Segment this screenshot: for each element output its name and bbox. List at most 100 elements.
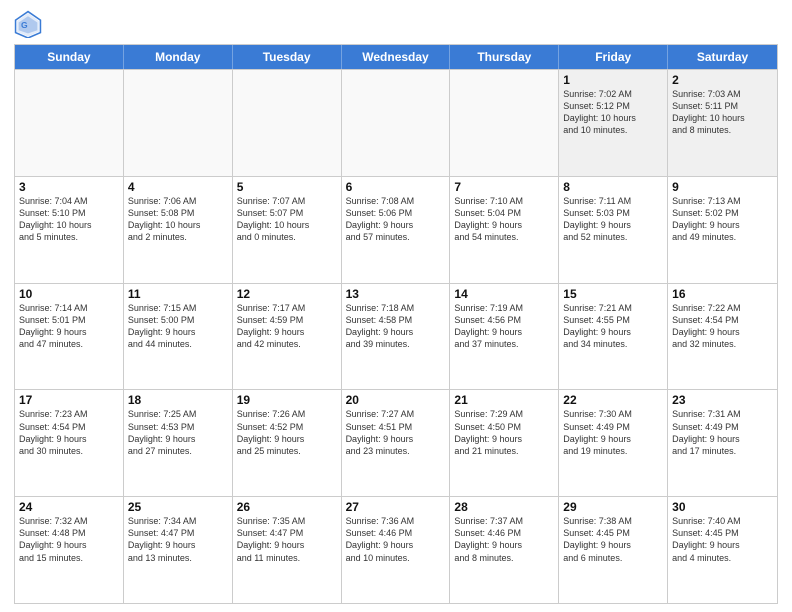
- empty-cell: [233, 70, 342, 176]
- day-info: Sunrise: 7:13 AMSunset: 5:02 PMDaylight:…: [672, 195, 773, 244]
- day-number: 2: [672, 73, 773, 87]
- day-number: 15: [563, 287, 663, 301]
- empty-cell: [342, 70, 451, 176]
- logo: G: [14, 10, 46, 38]
- day-info: Sunrise: 7:27 AMSunset: 4:51 PMDaylight:…: [346, 408, 446, 457]
- day-number: 14: [454, 287, 554, 301]
- day-info: Sunrise: 7:37 AMSunset: 4:46 PMDaylight:…: [454, 515, 554, 564]
- day-number: 13: [346, 287, 446, 301]
- day-info: Sunrise: 7:18 AMSunset: 4:58 PMDaylight:…: [346, 302, 446, 351]
- day-number: 19: [237, 393, 337, 407]
- day-number: 5: [237, 180, 337, 194]
- empty-cell: [15, 70, 124, 176]
- day-number: 20: [346, 393, 446, 407]
- day-info: Sunrise: 7:04 AMSunset: 5:10 PMDaylight:…: [19, 195, 119, 244]
- day-cell-12: 12Sunrise: 7:17 AMSunset: 4:59 PMDayligh…: [233, 284, 342, 390]
- day-cell-26: 26Sunrise: 7:35 AMSunset: 4:47 PMDayligh…: [233, 497, 342, 603]
- header-day-monday: Monday: [124, 45, 233, 69]
- day-cell-11: 11Sunrise: 7:15 AMSunset: 5:00 PMDayligh…: [124, 284, 233, 390]
- day-cell-14: 14Sunrise: 7:19 AMSunset: 4:56 PMDayligh…: [450, 284, 559, 390]
- day-number: 1: [563, 73, 663, 87]
- day-info: Sunrise: 7:19 AMSunset: 4:56 PMDaylight:…: [454, 302, 554, 351]
- day-cell-20: 20Sunrise: 7:27 AMSunset: 4:51 PMDayligh…: [342, 390, 451, 496]
- header: G: [14, 10, 778, 38]
- day-info: Sunrise: 7:14 AMSunset: 5:01 PMDaylight:…: [19, 302, 119, 351]
- calendar-header: SundayMondayTuesdayWednesdayThursdayFrid…: [15, 45, 777, 69]
- day-cell-27: 27Sunrise: 7:36 AMSunset: 4:46 PMDayligh…: [342, 497, 451, 603]
- day-cell-19: 19Sunrise: 7:26 AMSunset: 4:52 PMDayligh…: [233, 390, 342, 496]
- day-info: Sunrise: 7:08 AMSunset: 5:06 PMDaylight:…: [346, 195, 446, 244]
- day-cell-16: 16Sunrise: 7:22 AMSunset: 4:54 PMDayligh…: [668, 284, 777, 390]
- day-cell-22: 22Sunrise: 7:30 AMSunset: 4:49 PMDayligh…: [559, 390, 668, 496]
- day-cell-5: 5Sunrise: 7:07 AMSunset: 5:07 PMDaylight…: [233, 177, 342, 283]
- day-cell-24: 24Sunrise: 7:32 AMSunset: 4:48 PMDayligh…: [15, 497, 124, 603]
- header-day-saturday: Saturday: [668, 45, 777, 69]
- day-cell-4: 4Sunrise: 7:06 AMSunset: 5:08 PMDaylight…: [124, 177, 233, 283]
- day-cell-30: 30Sunrise: 7:40 AMSunset: 4:45 PMDayligh…: [668, 497, 777, 603]
- day-info: Sunrise: 7:34 AMSunset: 4:47 PMDaylight:…: [128, 515, 228, 564]
- day-info: Sunrise: 7:02 AMSunset: 5:12 PMDaylight:…: [563, 88, 663, 137]
- day-number: 29: [563, 500, 663, 514]
- day-number: 4: [128, 180, 228, 194]
- day-info: Sunrise: 7:07 AMSunset: 5:07 PMDaylight:…: [237, 195, 337, 244]
- day-cell-25: 25Sunrise: 7:34 AMSunset: 4:47 PMDayligh…: [124, 497, 233, 603]
- day-number: 23: [672, 393, 773, 407]
- day-info: Sunrise: 7:38 AMSunset: 4:45 PMDaylight:…: [563, 515, 663, 564]
- header-day-sunday: Sunday: [15, 45, 124, 69]
- day-info: Sunrise: 7:30 AMSunset: 4:49 PMDaylight:…: [563, 408, 663, 457]
- day-number: 10: [19, 287, 119, 301]
- day-info: Sunrise: 7:26 AMSunset: 4:52 PMDaylight:…: [237, 408, 337, 457]
- day-number: 17: [19, 393, 119, 407]
- day-cell-3: 3Sunrise: 7:04 AMSunset: 5:10 PMDaylight…: [15, 177, 124, 283]
- header-day-tuesday: Tuesday: [233, 45, 342, 69]
- day-cell-13: 13Sunrise: 7:18 AMSunset: 4:58 PMDayligh…: [342, 284, 451, 390]
- day-info: Sunrise: 7:35 AMSunset: 4:47 PMDaylight:…: [237, 515, 337, 564]
- day-info: Sunrise: 7:29 AMSunset: 4:50 PMDaylight:…: [454, 408, 554, 457]
- day-cell-21: 21Sunrise: 7:29 AMSunset: 4:50 PMDayligh…: [450, 390, 559, 496]
- day-cell-1: 1Sunrise: 7:02 AMSunset: 5:12 PMDaylight…: [559, 70, 668, 176]
- day-cell-7: 7Sunrise: 7:10 AMSunset: 5:04 PMDaylight…: [450, 177, 559, 283]
- day-number: 3: [19, 180, 119, 194]
- logo-icon: G: [14, 10, 42, 38]
- day-cell-6: 6Sunrise: 7:08 AMSunset: 5:06 PMDaylight…: [342, 177, 451, 283]
- day-cell-18: 18Sunrise: 7:25 AMSunset: 4:53 PMDayligh…: [124, 390, 233, 496]
- header-day-thursday: Thursday: [450, 45, 559, 69]
- day-info: Sunrise: 7:17 AMSunset: 4:59 PMDaylight:…: [237, 302, 337, 351]
- day-number: 12: [237, 287, 337, 301]
- day-number: 16: [672, 287, 773, 301]
- day-info: Sunrise: 7:25 AMSunset: 4:53 PMDaylight:…: [128, 408, 228, 457]
- day-number: 24: [19, 500, 119, 514]
- calendar-body: 1Sunrise: 7:02 AMSunset: 5:12 PMDaylight…: [15, 69, 777, 603]
- day-number: 22: [563, 393, 663, 407]
- day-number: 18: [128, 393, 228, 407]
- day-info: Sunrise: 7:31 AMSunset: 4:49 PMDaylight:…: [672, 408, 773, 457]
- header-day-friday: Friday: [559, 45, 668, 69]
- day-cell-10: 10Sunrise: 7:14 AMSunset: 5:01 PMDayligh…: [15, 284, 124, 390]
- day-number: 21: [454, 393, 554, 407]
- day-cell-9: 9Sunrise: 7:13 AMSunset: 5:02 PMDaylight…: [668, 177, 777, 283]
- day-info: Sunrise: 7:03 AMSunset: 5:11 PMDaylight:…: [672, 88, 773, 137]
- day-cell-8: 8Sunrise: 7:11 AMSunset: 5:03 PMDaylight…: [559, 177, 668, 283]
- empty-cell: [124, 70, 233, 176]
- day-number: 27: [346, 500, 446, 514]
- day-info: Sunrise: 7:15 AMSunset: 5:00 PMDaylight:…: [128, 302, 228, 351]
- week-row-1: 1Sunrise: 7:02 AMSunset: 5:12 PMDaylight…: [15, 69, 777, 176]
- day-number: 30: [672, 500, 773, 514]
- day-number: 11: [128, 287, 228, 301]
- day-info: Sunrise: 7:21 AMSunset: 4:55 PMDaylight:…: [563, 302, 663, 351]
- day-number: 6: [346, 180, 446, 194]
- day-number: 25: [128, 500, 228, 514]
- page: G SundayMondayTuesdayWednesdayThursdayFr…: [0, 0, 792, 612]
- day-info: Sunrise: 7:40 AMSunset: 4:45 PMDaylight:…: [672, 515, 773, 564]
- day-info: Sunrise: 7:06 AMSunset: 5:08 PMDaylight:…: [128, 195, 228, 244]
- week-row-3: 10Sunrise: 7:14 AMSunset: 5:01 PMDayligh…: [15, 283, 777, 390]
- day-info: Sunrise: 7:36 AMSunset: 4:46 PMDaylight:…: [346, 515, 446, 564]
- day-number: 28: [454, 500, 554, 514]
- week-row-4: 17Sunrise: 7:23 AMSunset: 4:54 PMDayligh…: [15, 389, 777, 496]
- day-number: 26: [237, 500, 337, 514]
- day-info: Sunrise: 7:32 AMSunset: 4:48 PMDaylight:…: [19, 515, 119, 564]
- day-info: Sunrise: 7:22 AMSunset: 4:54 PMDaylight:…: [672, 302, 773, 351]
- header-day-wednesday: Wednesday: [342, 45, 451, 69]
- day-cell-15: 15Sunrise: 7:21 AMSunset: 4:55 PMDayligh…: [559, 284, 668, 390]
- day-cell-29: 29Sunrise: 7:38 AMSunset: 4:45 PMDayligh…: [559, 497, 668, 603]
